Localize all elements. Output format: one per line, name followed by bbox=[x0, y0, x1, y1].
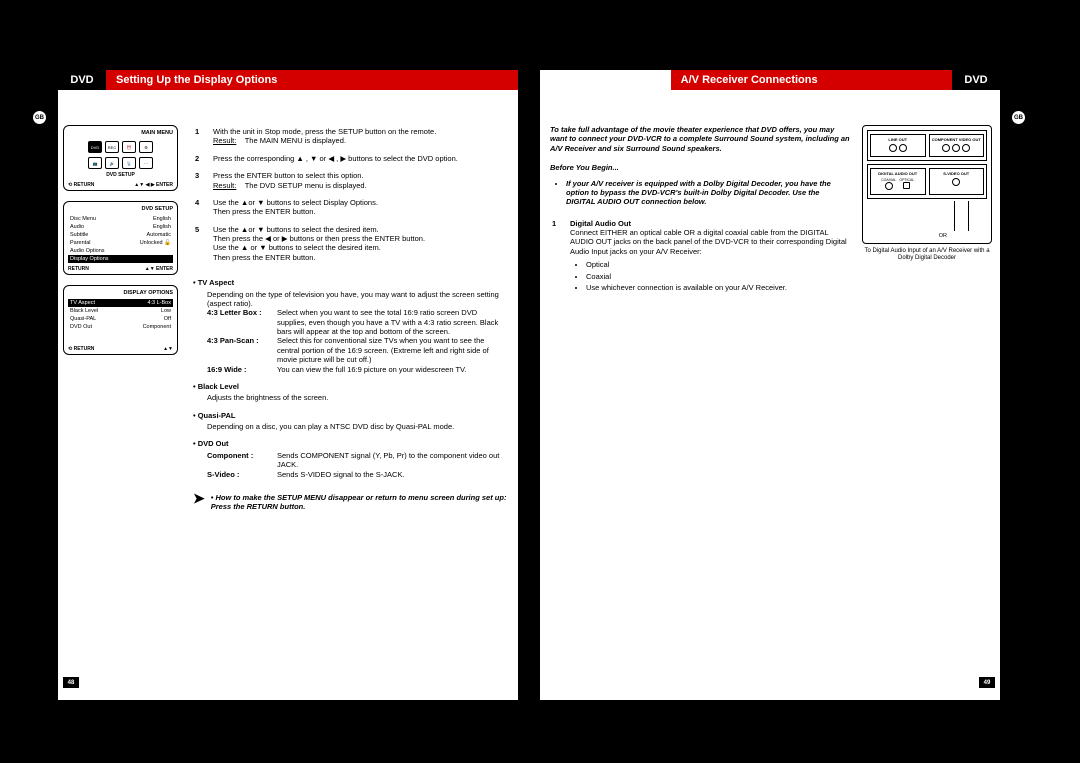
menu-icon: ⋯ bbox=[139, 157, 153, 169]
page-number: 49 bbox=[979, 677, 995, 688]
connection-diagram: LINE OUT COMPONENT VIDEO OUT DIGITAL AUD… bbox=[862, 125, 992, 262]
page-header: DVD Setting Up the Display Options bbox=[58, 70, 518, 90]
region-badge: GB bbox=[1011, 110, 1026, 125]
menu-icon: REC bbox=[105, 141, 119, 153]
page-number: 48 bbox=[63, 677, 79, 688]
digital-audio-out-group: DIGITAL AUDIO OUT COAXIAL OPTICAL bbox=[870, 168, 926, 195]
menu-icon-dvd: DVD bbox=[88, 141, 102, 153]
instruction-body: To take full advantage of the movie thea… bbox=[550, 125, 850, 310]
step-list: 1 With the unit in Stop mode, press the … bbox=[193, 125, 460, 270]
menu-icon: 🔊 bbox=[105, 157, 119, 169]
menu-icon: ⏰ bbox=[122, 141, 136, 153]
osd-illustrations: MAIN MENU DVD REC ⏰ ⚙ 📺 🔊 📡 ⋯ DVD SETUP … bbox=[63, 125, 178, 365]
osd-display-options: DISPLAY OPTIONS TV Aspect4:3 L-Box Black… bbox=[63, 285, 178, 355]
page-header: DVD A/V Receiver Connections bbox=[540, 70, 1000, 90]
menu-icon: ⚙ bbox=[139, 141, 153, 153]
section-tag: DVD bbox=[952, 70, 1000, 90]
page-title: Setting Up the Display Options bbox=[106, 70, 518, 90]
instruction-body: 1 With the unit in Stop mode, press the … bbox=[193, 125, 508, 512]
setup-note: ➤ • How to make the SETUP MENU disappear… bbox=[193, 493, 508, 512]
manual-page-left: DVD Setting Up the Display Options GB MA… bbox=[58, 70, 518, 700]
back-panel: LINE OUT COMPONENT VIDEO OUT bbox=[867, 130, 987, 161]
manual-page-right: DVD A/V Receiver Connections GB To take … bbox=[540, 70, 1000, 700]
osd-main-menu: MAIN MENU DVD REC ⏰ ⚙ 📺 🔊 📡 ⋯ DVD SETUP … bbox=[63, 125, 178, 191]
section-tag: DVD bbox=[58, 70, 106, 90]
note-arrow-icon: ➤ bbox=[193, 493, 205, 512]
menu-icon: 📡 bbox=[122, 157, 136, 169]
cable-wires bbox=[867, 201, 987, 231]
menu-icon: 📺 bbox=[88, 157, 102, 169]
page-title: A/V Receiver Connections bbox=[671, 70, 952, 90]
osd-dvd-setup: DVD SETUP Disc MenuEnglish AudioEnglish … bbox=[63, 201, 178, 275]
region-badge: GB bbox=[32, 110, 47, 125]
